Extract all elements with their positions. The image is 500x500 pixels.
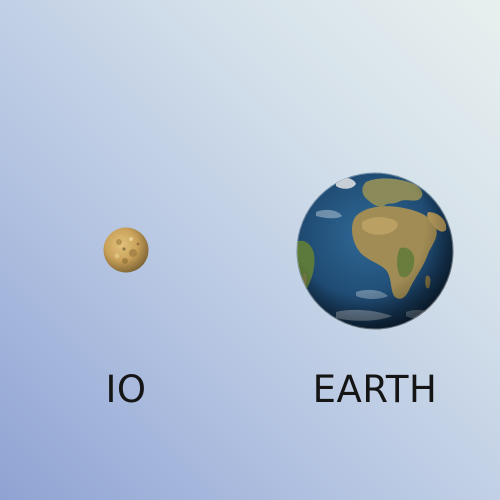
io-label: IO [105, 368, 147, 411]
earth-label: EARTH [312, 368, 438, 411]
earth-globe-icon [296, 172, 454, 330]
planet-size-comparison: IO EARTH [0, 0, 500, 500]
io-moon-icon [103, 227, 149, 273]
